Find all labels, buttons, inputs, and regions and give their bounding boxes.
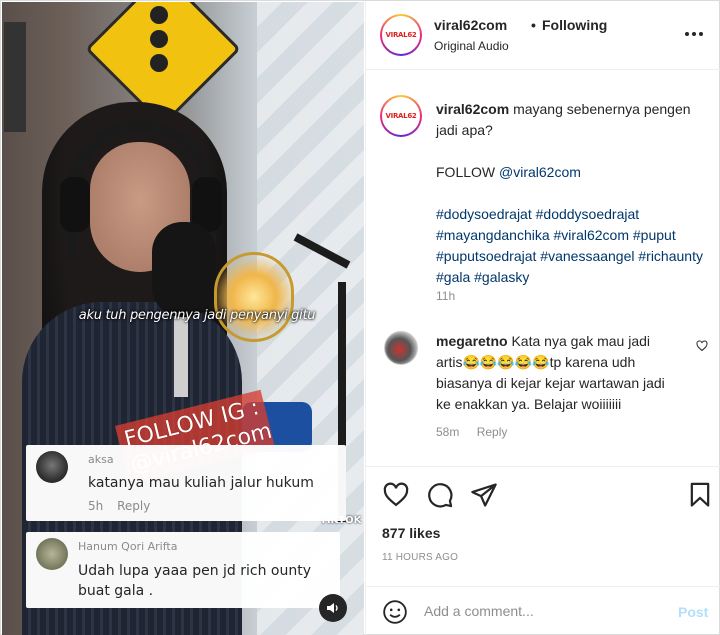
header-separator: • (531, 17, 536, 33)
heart-icon[interactable] (382, 481, 410, 509)
post-button[interactable]: Post (678, 604, 708, 620)
comment-like-heart-icon[interactable] (696, 339, 708, 357)
comment: megaretno Kata nya gak mau jadi artis😂😂😂… (436, 331, 676, 415)
following-button[interactable]: Following (542, 17, 607, 33)
avatar[interactable]: VIRAL62 (380, 95, 422, 137)
caption-time: 11h (436, 289, 456, 303)
microphone (152, 222, 216, 317)
overlay-comment-user: aksa (88, 453, 114, 466)
avatar-logo: VIRAL62 (385, 31, 417, 39)
comment-icon[interactable] (426, 481, 454, 509)
likes-count[interactable]: 877 likes (382, 525, 440, 541)
comment-meta: 58m Reply (436, 425, 521, 439)
comments-area: VIRAL62 viral62com mayang sebenernya pen… (366, 71, 720, 466)
share-icon[interactable] (470, 481, 498, 509)
more-options-icon[interactable] (682, 22, 706, 46)
avatar (36, 451, 68, 483)
post-modal: aku tuh pengennya jadi penyanyi gitu FOL… (0, 0, 720, 635)
post-age: 11 HOURS AGO (382, 552, 459, 563)
avatar[interactable] (384, 331, 418, 365)
video-player[interactable]: aku tuh pengennya jadi penyanyi gitu FOL… (2, 2, 364, 635)
overlay-comment-user: Hanum Qori Arifta (78, 540, 178, 553)
caption-hashtags[interactable]: #dodysoedrajat #doddysoedrajat #mayangda… (436, 204, 711, 288)
overlay-comment-text: Udah lupa yaaa pen jd rich ounty buat ga… (78, 563, 311, 599)
caption-mention-link[interactable]: @viral62com (499, 164, 581, 180)
action-bar: 877 likes 11 HOURS AGO (366, 466, 720, 586)
speaker-icon[interactable] (319, 594, 347, 622)
avatar[interactable]: VIRAL62 (380, 14, 422, 56)
overlay-comment-time: 5h (88, 499, 104, 513)
avatar-logo: VIRAL62 (385, 112, 417, 120)
video-poster (4, 22, 26, 132)
traffic-light-dot (150, 54, 168, 72)
lamp (214, 252, 294, 342)
overlay-comment-text: katanya mau kuliah jalur hukum (88, 475, 314, 491)
overlay-comment-meta: 5h Reply (88, 499, 160, 513)
comment-reply-button[interactable]: Reply (477, 425, 508, 439)
header-username[interactable]: viral62com (434, 17, 507, 33)
overlay-comment-reply: Reply (117, 499, 151, 513)
add-comment-bar: Post (366, 586, 720, 635)
caption-follow-prefix: FOLLOW (436, 164, 496, 180)
post-header: VIRAL62 viral62com • Following Original … (366, 2, 720, 70)
video-caption: aku tuh pengennya jadi penyanyi gitu (78, 308, 316, 323)
post-caption: viral62com mayang sebenernya pengen jadi… (436, 99, 711, 288)
comment-username[interactable]: megaretno (436, 333, 508, 349)
emoji-icon[interactable] (382, 599, 408, 630)
overlay-comment: aksa katanya mau kuliah jalur hukum 5h R… (26, 445, 346, 521)
audio-link[interactable]: Original Audio (434, 39, 509, 53)
traffic-light-dot (150, 30, 168, 48)
comment-time: 58m (436, 425, 460, 439)
add-comment-input[interactable] (424, 595, 664, 627)
post-panel: VIRAL62 viral62com • Following Original … (365, 2, 720, 635)
caption-username[interactable]: viral62com (436, 101, 509, 117)
overlay-comment: Hanum Qori Arifta Udah lupa yaaa pen jd … (26, 532, 340, 608)
avatar (36, 538, 68, 570)
headphone-cup-left (60, 177, 90, 232)
traffic-light-dot (150, 6, 168, 24)
bookmark-icon[interactable] (686, 481, 714, 509)
